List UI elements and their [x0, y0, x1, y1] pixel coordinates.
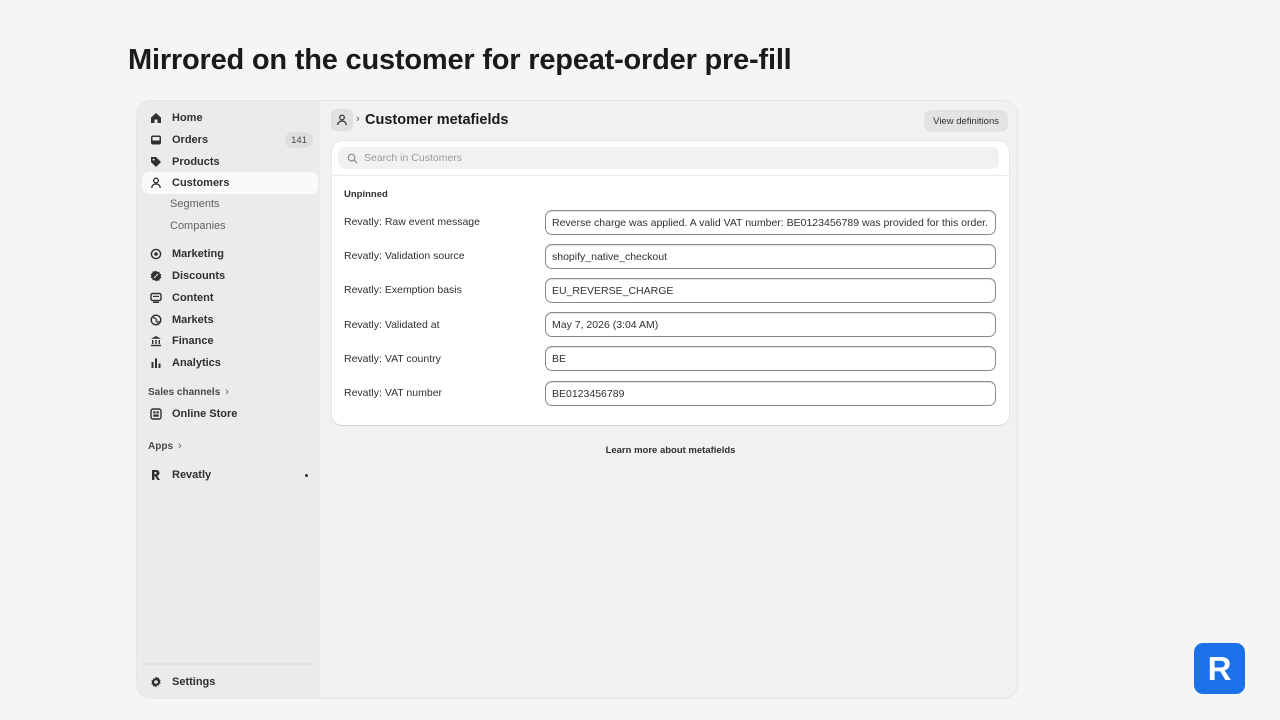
- sidebar-item-label: Online Store: [172, 408, 238, 420]
- metafield-value-field[interactable]: shopify_native_checkout: [545, 244, 996, 269]
- metafields-card: Search in Customers Unpinned Revatly: Ra…: [332, 141, 1009, 425]
- customer-breadcrumb-icon[interactable]: [331, 109, 353, 131]
- sidebar-item-orders[interactable]: Orders 141: [142, 129, 318, 151]
- sidebar-item-customers[interactable]: Customers: [142, 172, 318, 194]
- sidebar-item-label: Analytics: [172, 357, 221, 369]
- sidebar: Home Orders 141 Products Customers Segme…: [137, 101, 320, 698]
- sidebar-item-finance[interactable]: Finance: [142, 330, 318, 352]
- person-icon: [150, 177, 162, 189]
- sidebar-item-products[interactable]: Products: [142, 151, 318, 173]
- view-definitions-button[interactable]: View definitions: [924, 110, 1008, 132]
- discount-icon: [150, 270, 162, 282]
- home-icon: [150, 112, 162, 124]
- sidebar-item-label: Markets: [172, 314, 214, 326]
- more-dot-icon: [305, 474, 308, 477]
- metafield-label: Revatly: Validated at: [344, 319, 440, 331]
- store-icon: [150, 408, 162, 420]
- revatly-app-icon: [150, 469, 162, 481]
- search-input[interactable]: Search in Customers: [338, 147, 999, 169]
- unpinned-section-label: Unpinned: [344, 189, 388, 200]
- content-icon: [150, 292, 162, 304]
- apps-heading[interactable]: Apps ›: [148, 438, 182, 454]
- search-icon: [347, 153, 358, 164]
- metafield-value: BE0123456789: [552, 387, 625, 400]
- sales-channels-heading[interactable]: Sales channels ›: [148, 384, 229, 400]
- main-content: › Customer metafields View definitions S…: [320, 101, 1017, 698]
- admin-window: Home Orders 141 Products Customers Segme…: [137, 101, 1017, 698]
- person-icon: [337, 114, 347, 126]
- revatly-logo: R: [1194, 643, 1245, 694]
- metafield-label: Revatly: Exemption basis: [344, 284, 462, 296]
- sidebar-divider: [142, 663, 314, 665]
- metafield-label: Revatly: Raw event message: [344, 216, 480, 228]
- sidebar-item-label: Discounts: [172, 270, 226, 282]
- metafield-value-field[interactable]: BE0123456789: [545, 381, 996, 406]
- bar-chart-icon: [150, 357, 162, 369]
- sidebar-item-label: Orders: [172, 134, 209, 146]
- sidebar-item-online-store[interactable]: Online Store: [142, 403, 318, 425]
- sidebar-item-label: Revatly: [172, 469, 212, 481]
- orders-count-badge: 141: [285, 132, 313, 148]
- sidebar-item-label: Content: [172, 292, 214, 304]
- sales-channels-label: Sales channels: [148, 386, 221, 398]
- sidebar-item-home[interactable]: Home: [142, 107, 318, 129]
- metafield-value-field[interactable]: Reverse charge was applied. A valid VAT …: [545, 210, 996, 235]
- bank-icon: [150, 335, 162, 347]
- sidebar-item-label: Finance: [172, 335, 214, 347]
- target-icon: [150, 248, 162, 260]
- search-placeholder: Search in Customers: [364, 152, 463, 164]
- inbox-icon: [150, 134, 162, 146]
- metafield-value: May 7, 2026 (3:04 AM): [552, 318, 659, 331]
- metafield-value: EU_REVERSE_CHARGE: [552, 284, 674, 297]
- sidebar-item-content[interactable]: Content: [142, 287, 318, 309]
- tag-icon: [150, 156, 162, 168]
- globe-icon: [150, 314, 162, 326]
- sidebar-subitem-segments[interactable]: Segments: [170, 193, 220, 215]
- metafield-value-field[interactable]: May 7, 2026 (3:04 AM): [545, 312, 996, 337]
- sidebar-item-analytics[interactable]: Analytics: [142, 352, 318, 374]
- metafield-value-field[interactable]: BE: [545, 346, 996, 371]
- headline: Mirrored on the customer for repeat-orde…: [128, 44, 792, 76]
- sidebar-item-label: Customers: [172, 177, 230, 189]
- gear-icon: [150, 676, 162, 688]
- metafield-value: shopify_native_checkout: [552, 250, 667, 263]
- sidebar-subitem-companies[interactable]: Companies: [170, 215, 226, 237]
- sidebar-item-revatly[interactable]: Revatly: [142, 464, 318, 486]
- sidebar-item-discounts[interactable]: Discounts: [142, 265, 318, 287]
- sidebar-item-settings[interactable]: Settings: [142, 671, 318, 693]
- metafield-value: BE: [552, 352, 567, 365]
- sidebar-item-markets[interactable]: Markets: [142, 309, 318, 331]
- sidebar-item-label: Home: [172, 112, 203, 124]
- metafield-value: Reverse charge was applied. A valid VAT …: [552, 216, 989, 229]
- sidebar-item-label: Settings: [172, 676, 216, 688]
- sidebar-item-marketing[interactable]: Marketing: [142, 243, 318, 265]
- learn-more-link[interactable]: Learn more about metafields: [332, 445, 1009, 456]
- sidebar-item-label: Products: [172, 156, 220, 168]
- card-divider: [332, 175, 1009, 176]
- page-title: Customer metafields: [365, 112, 509, 128]
- metafield-label: Revatly: Validation source: [344, 250, 465, 262]
- metafield-value-field[interactable]: EU_REVERSE_CHARGE: [545, 278, 996, 303]
- breadcrumb-chevron-icon: ›: [356, 113, 360, 125]
- chevron-right-icon: ›: [225, 386, 229, 398]
- metafield-label: Revatly: VAT number: [344, 387, 443, 399]
- chevron-right-icon: ›: [178, 440, 182, 452]
- sidebar-item-label: Marketing: [172, 248, 224, 260]
- metafield-label: Revatly: VAT country: [344, 353, 441, 365]
- apps-label: Apps: [148, 440, 173, 452]
